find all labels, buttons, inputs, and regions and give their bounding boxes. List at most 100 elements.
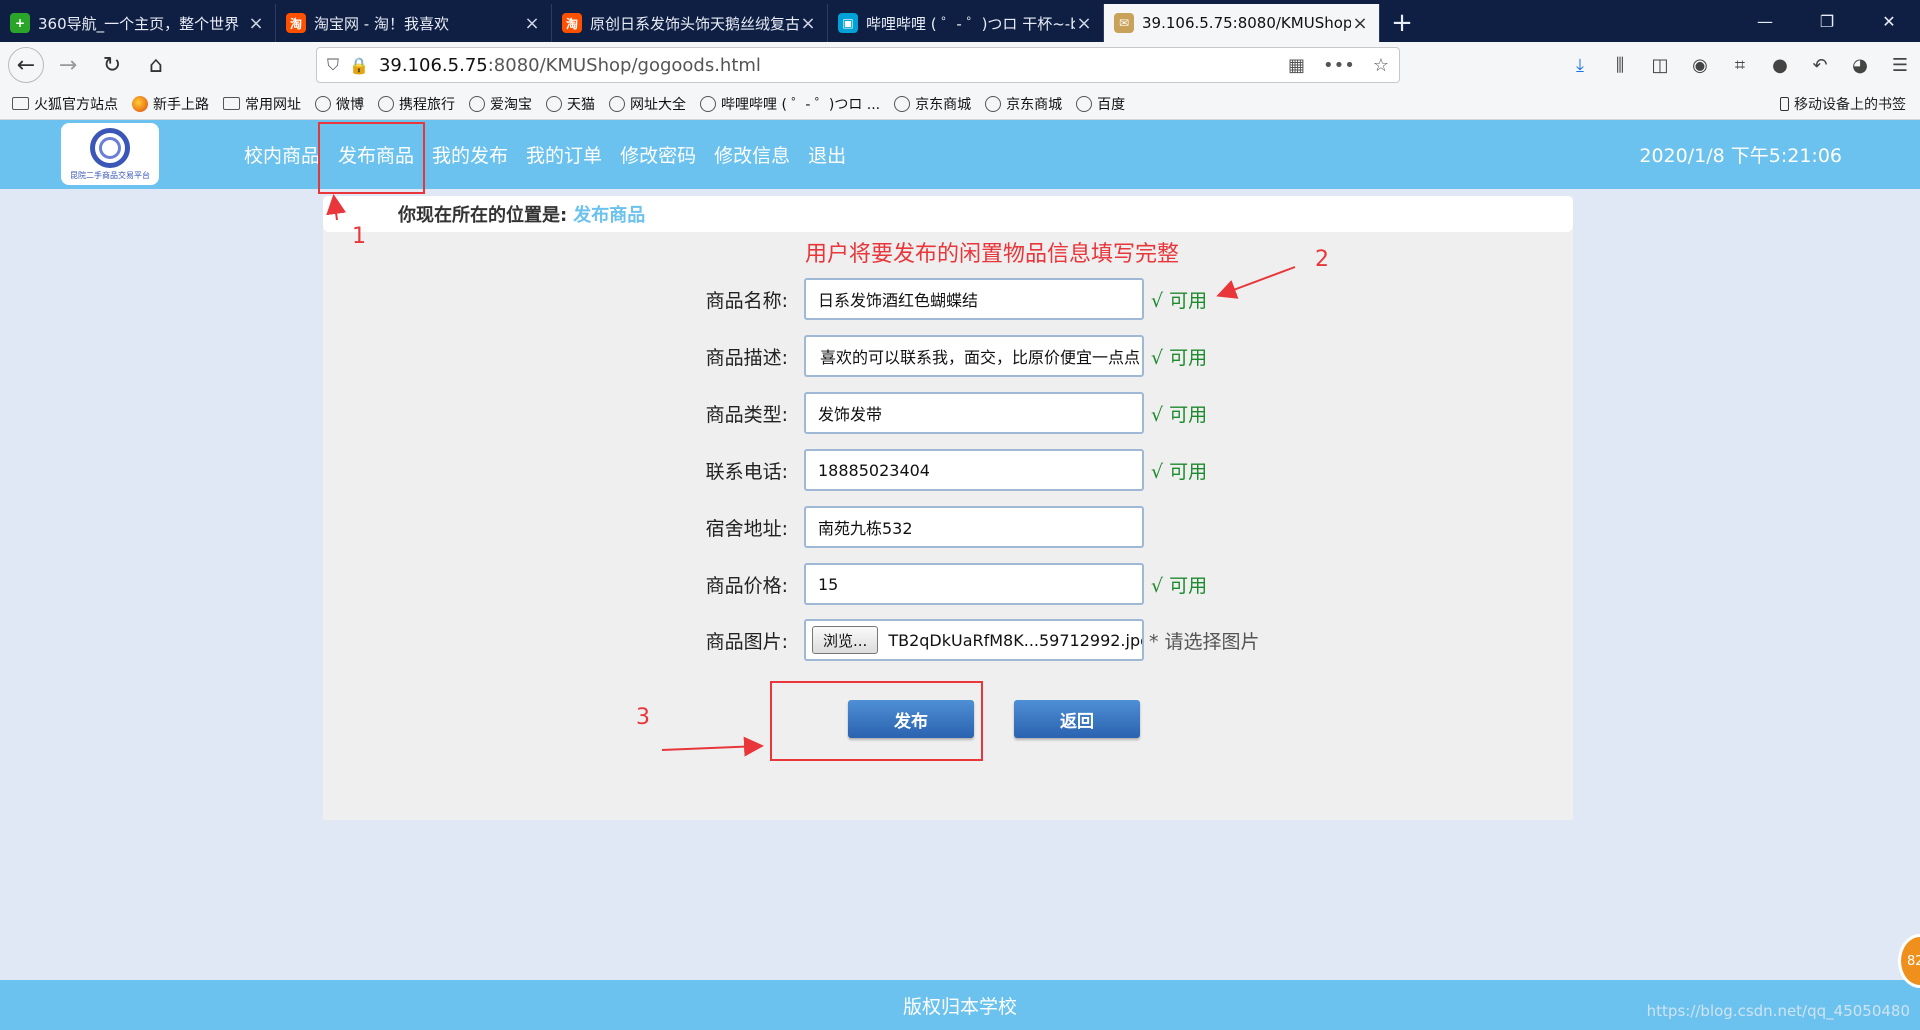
new-tab-plus-icon[interactable]: +: [1380, 4, 1424, 42]
close-window-icon[interactable]: ✕: [1858, 0, 1920, 42]
undo-icon[interactable]: ↶: [1800, 55, 1840, 76]
dorm-address-input[interactable]: 南苑九栋532: [804, 506, 1144, 548]
nav-my-publish[interactable]: 我的发布: [432, 141, 508, 168]
bookmark-label: 京东商城: [1006, 96, 1063, 113]
reload-icon[interactable]: ↻: [92, 47, 132, 83]
goods-name-input[interactable]: 日系发饰酒红色蝴蝶结: [804, 278, 1144, 320]
close-icon[interactable]: ×: [799, 13, 817, 34]
status-ok: √ 可用: [1151, 574, 1208, 597]
bookmark-label: 携程旅行: [399, 96, 455, 113]
form-row-image: 商品图片: 浏览... TB2qDkUaRfM8K...59712992.jpg…: [323, 619, 1573, 661]
field-label: 商品图片:: [705, 630, 788, 653]
window-controls: — ❐ ✕: [1734, 0, 1920, 42]
bookmark-item[interactable]: 携程旅行: [378, 94, 455, 114]
globe-icon: [546, 95, 562, 112]
qr-code-icon[interactable]: ▦: [1288, 55, 1305, 76]
form-row-price: 商品价格: 15 √ 可用: [323, 563, 1573, 605]
library-icon[interactable]: ⫼: [1600, 55, 1640, 76]
nav-logout[interactable]: 退出: [808, 141, 846, 168]
site-logo[interactable]: 昆院二手商品交易平台: [61, 123, 159, 185]
tab-bilibili[interactable]: ▣ 哔哩哔哩 ( ゜- ゜)つロ 干杯~-bi ×: [828, 4, 1104, 42]
goods-description-input[interactable]: 喜欢的可以联系我，面交，比原价便宜一点点: [804, 335, 1144, 377]
forward-arrow-icon[interactable]: →: [48, 47, 88, 83]
tab-taobao[interactable]: 淘 淘宝网 - 淘！我喜欢 ×: [276, 4, 552, 42]
bookmark-item[interactable]: 爱淘宝: [469, 94, 532, 114]
annotation-number-1: 1: [352, 224, 366, 249]
field-label: 宿舍地址:: [705, 517, 788, 540]
extension-icon[interactable]: ◕: [1840, 55, 1880, 76]
contact-phone-input[interactable]: 18885023404: [804, 449, 1144, 491]
screenshot-crop-icon[interactable]: ⌗: [1720, 55, 1760, 76]
tab-title: 原创日系发饰头饰天鹅丝绒复古: [590, 14, 799, 33]
nav-my-orders[interactable]: 我的订单: [526, 141, 602, 168]
tab-favicon-icon: ✉: [1114, 13, 1134, 33]
toolbar-icons: ⤓ ⫼ ◫ ◉ ⌗ ● ↶ ◕ ☰: [1560, 42, 1920, 88]
nav-edit-info[interactable]: 修改信息: [714, 141, 790, 168]
tab-360[interactable]: + 360导航_一个主页，整个世界 ×: [0, 4, 276, 42]
bookmark-label: 新手上路: [153, 96, 209, 113]
nav-campus-goods[interactable]: 校内商品: [244, 141, 320, 168]
browse-button[interactable]: 浏览...: [812, 626, 879, 654]
close-icon[interactable]: ×: [1351, 13, 1369, 34]
mobile-bookmarks[interactable]: 移动设备上的书签: [1780, 88, 1906, 120]
bookmark-item[interactable]: 哔哩哔哩 ( ゜- ゜)つロ ...: [700, 94, 880, 114]
chat-bubble-icon[interactable]: ●: [1760, 55, 1800, 76]
tab-favicon-icon: 淘: [562, 13, 582, 33]
globe-icon: [985, 95, 1002, 112]
url-path: :8080/KMUShop/gogoods.html: [487, 54, 761, 76]
navigation-toolbar: ← → ↻ ⌂ ⛉ 🔒 39.106.5.75 :8080/KMUShop/go…: [0, 42, 1920, 88]
bookmark-item[interactable]: 微博: [315, 94, 364, 114]
sidebar-icon[interactable]: ◫: [1640, 55, 1680, 76]
home-icon[interactable]: ⌂: [136, 47, 176, 83]
form-row-description: 商品描述: 喜欢的可以联系我，面交，比原价便宜一点点 √ 可用: [323, 335, 1573, 377]
field-label: 商品名称:: [705, 289, 788, 312]
bookmark-label: 微博: [336, 96, 364, 113]
bookmark-label: 天猫: [567, 96, 595, 113]
bookmark-item[interactable]: 京东商城: [894, 94, 971, 114]
tab-kmushop[interactable]: ✉ 39.106.5.75:8080/KMUShop/ ×: [1104, 4, 1380, 42]
bookmark-item[interactable]: 天猫: [546, 94, 595, 114]
tab-taobao-item[interactable]: 淘 原创日系发饰头饰天鹅丝绒复古 ×: [552, 4, 828, 42]
minimize-icon[interactable]: —: [1734, 0, 1796, 42]
account-icon[interactable]: ◉: [1680, 55, 1720, 76]
annotation-box-3: [770, 681, 983, 761]
tab-bar: + 360导航_一个主页，整个世界 × 淘 淘宝网 - 淘！我喜欢 × 淘 原创…: [0, 0, 1920, 42]
close-icon[interactable]: ×: [1075, 13, 1093, 34]
nav-change-password[interactable]: 修改密码: [620, 141, 696, 168]
field-label: 商品类型:: [705, 403, 788, 426]
bookmark-label: 常用网址: [245, 96, 301, 113]
breadcrumb-current[interactable]: 发布商品: [573, 201, 645, 227]
back-button[interactable]: 返回: [1014, 700, 1140, 738]
watermark: https://blog.csdn.net/qq_45050480: [1646, 1002, 1910, 1020]
selected-file-name: TB2qDkUaRfM8K...59712992.jpg: [888, 630, 1144, 650]
back-arrow-icon[interactable]: ←: [8, 47, 44, 83]
form-row-address: 宿舍地址: 南苑九栋532: [323, 506, 1573, 548]
address-bar[interactable]: ⛉ 🔒 39.106.5.75 :8080/KMUShop/gogoods.ht…: [316, 47, 1400, 83]
menu-hamburger-icon[interactable]: ☰: [1880, 55, 1920, 76]
close-icon[interactable]: ×: [247, 13, 265, 34]
bookmark-item[interactable]: 京东商城: [985, 94, 1062, 114]
download-icon[interactable]: ⤓: [1560, 55, 1600, 76]
close-icon[interactable]: ×: [523, 13, 541, 34]
folder-icon: [12, 97, 29, 110]
bookmark-item[interactable]: 火狐官方站点: [12, 94, 118, 114]
shield-icon[interactable]: ⛉: [327, 55, 339, 75]
bookmark-item[interactable]: 常用网址: [223, 94, 301, 114]
form-row-type: 商品类型: 发饰发带 √ 可用: [323, 392, 1573, 434]
bookmark-label: 百度: [1097, 96, 1126, 113]
restore-icon[interactable]: ❐: [1796, 0, 1858, 42]
bookmark-item[interactable]: 网址大全: [609, 94, 686, 114]
url-actions: ▦ ••• ☆: [1288, 55, 1389, 76]
goods-price-input[interactable]: 15: [804, 563, 1144, 605]
annotation-number-3: 3: [636, 705, 650, 730]
bookmark-item[interactable]: 新手上路: [132, 94, 209, 114]
bookmark-star-icon[interactable]: ☆: [1373, 55, 1389, 76]
goods-image-file-input[interactable]: 浏览... TB2qDkUaRfM8K...59712992.jpg: [804, 619, 1144, 661]
site-header: 昆院二手商品交易平台 校内商品 发布商品 我的发布 我的订单 修改密码 修改信息…: [0, 120, 1920, 189]
bookmark-item[interactable]: 百度: [1076, 94, 1125, 114]
status-ok: √ 可用: [1151, 460, 1208, 483]
goods-type-input[interactable]: 发饰发带: [804, 392, 1144, 434]
breadcrumb: 你现在所在的位置是: 发布商品: [323, 196, 1573, 232]
insecure-lock-icon[interactable]: 🔒: [349, 56, 369, 75]
more-actions-icon[interactable]: •••: [1323, 55, 1355, 76]
